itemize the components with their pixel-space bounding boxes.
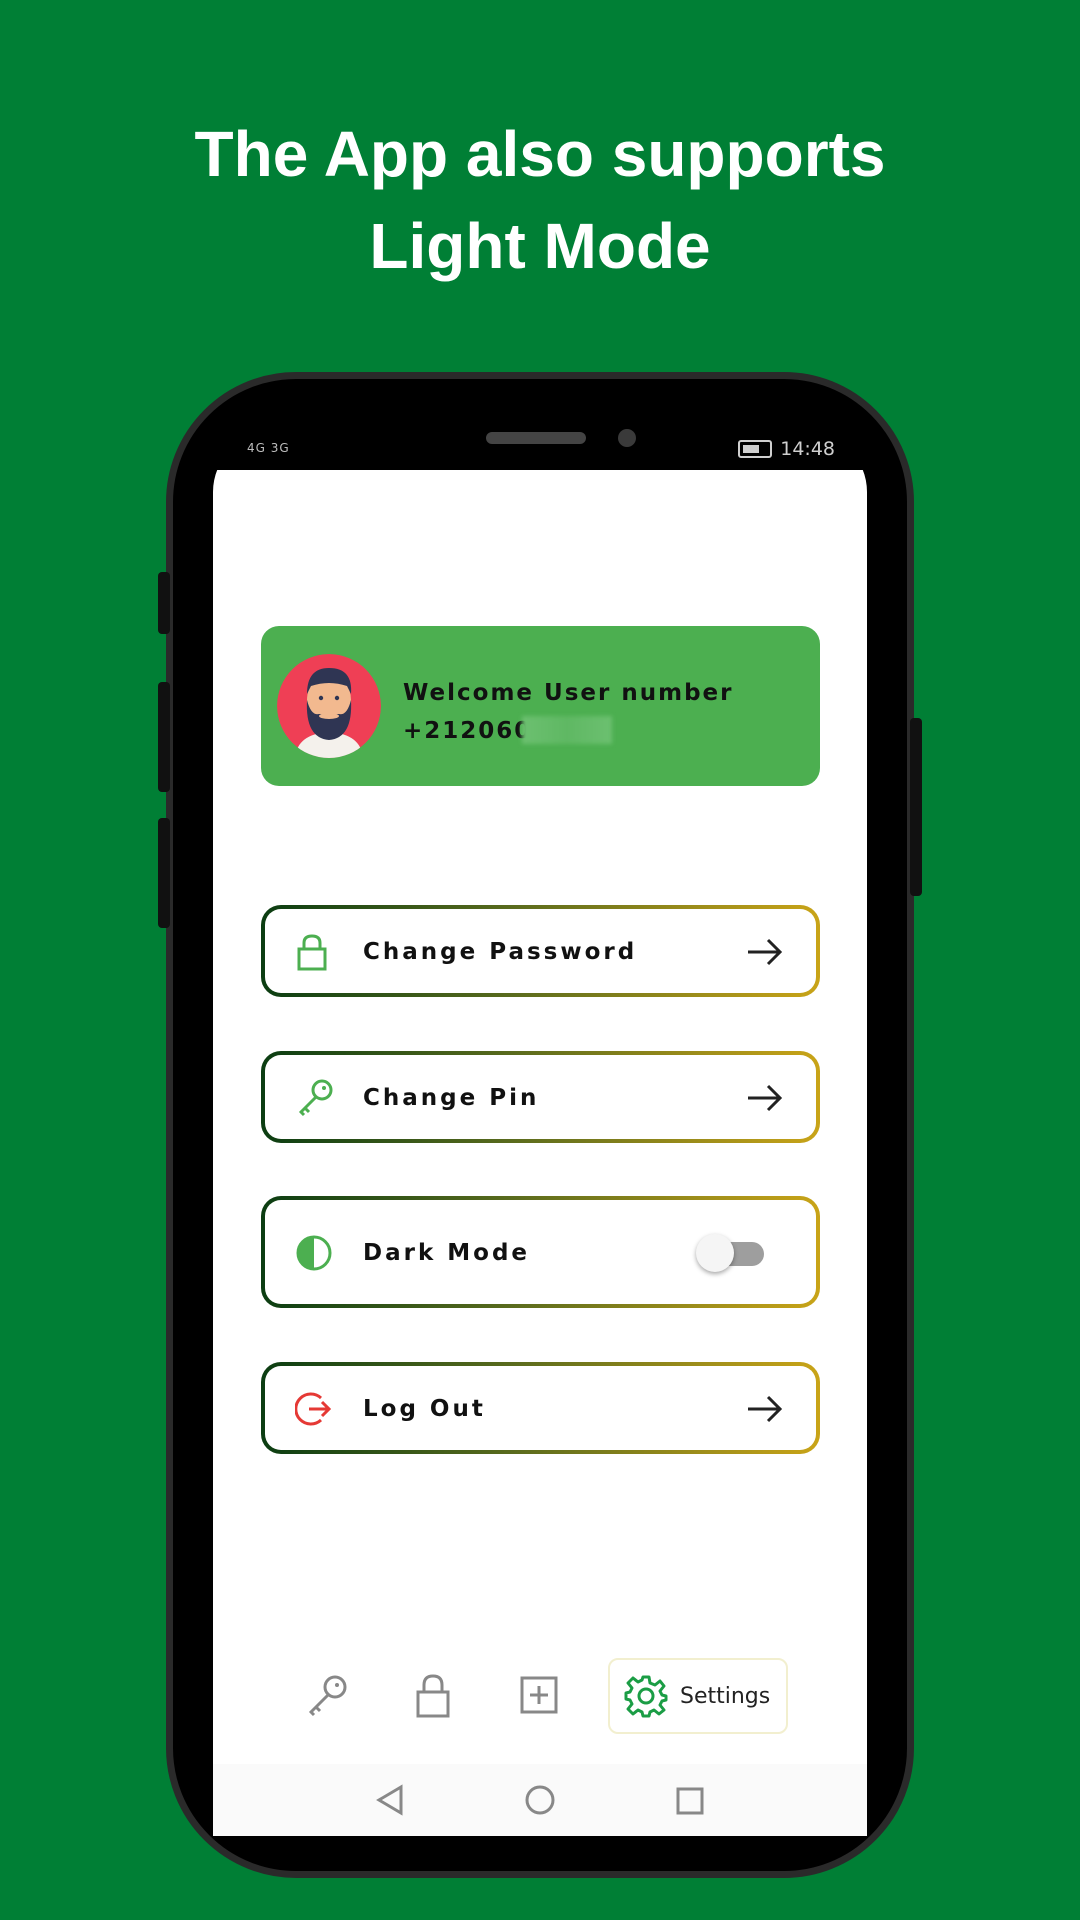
avatar xyxy=(277,654,381,758)
change-password-item[interactable]: Change Password xyxy=(261,905,820,997)
dark-mode-label: Dark Mode xyxy=(363,1240,531,1266)
home-icon[interactable] xyxy=(524,1784,556,1820)
change-password-label: Change Password xyxy=(363,939,638,965)
key-icon xyxy=(295,1077,335,1123)
dark-mode-item: Dark Mode xyxy=(261,1196,820,1308)
arrow-right-icon xyxy=(746,1083,784,1117)
redacted-phone-digits xyxy=(522,716,612,744)
dark-mode-toggle[interactable] xyxy=(696,1234,764,1272)
headline-line-2: Light Mode xyxy=(369,210,711,282)
lock-icon xyxy=(295,933,329,975)
headline-line-1: The App also supports xyxy=(194,118,886,190)
nav-settings-tab[interactable]: Settings xyxy=(608,1658,788,1734)
phone-side-button xyxy=(158,818,170,928)
battery-icon xyxy=(738,440,773,458)
settings-label: Settings xyxy=(680,1684,771,1709)
arrow-right-icon xyxy=(746,1394,784,1428)
android-nav-bar xyxy=(213,1764,867,1836)
signal-indicators: 4G 3G xyxy=(247,441,290,455)
log-out-label: Log Out xyxy=(363,1396,486,1422)
speaker-grille xyxy=(486,432,586,444)
nav-add-square-icon[interactable] xyxy=(518,1672,560,1722)
front-camera xyxy=(618,429,636,447)
phone-power-button xyxy=(910,718,922,896)
welcome-card: Welcome User number +2120600 xyxy=(261,626,820,786)
log-out-item[interactable]: Log Out xyxy=(261,1362,820,1454)
headline: The App also supports Light Mode xyxy=(0,108,1080,292)
gear-icon xyxy=(624,1674,668,1722)
back-icon[interactable] xyxy=(375,1784,405,1820)
nav-key-icon[interactable] xyxy=(304,1672,350,1722)
welcome-title: Welcome User number xyxy=(403,680,734,706)
logout-icon xyxy=(294,1390,333,1432)
toggle-knob xyxy=(696,1234,734,1272)
change-pin-item[interactable]: Change Pin xyxy=(261,1051,820,1143)
recents-icon[interactable] xyxy=(675,1786,705,1820)
status-time: 14:48 xyxy=(780,438,835,460)
change-pin-label: Change Pin xyxy=(363,1085,540,1111)
status-right: 14:48 xyxy=(738,438,835,460)
nav-lock-icon[interactable] xyxy=(412,1672,454,1722)
phone-side-button xyxy=(158,682,170,792)
contrast-icon xyxy=(295,1234,333,1276)
phone-side-button xyxy=(158,572,170,634)
arrow-right-icon xyxy=(746,937,784,971)
